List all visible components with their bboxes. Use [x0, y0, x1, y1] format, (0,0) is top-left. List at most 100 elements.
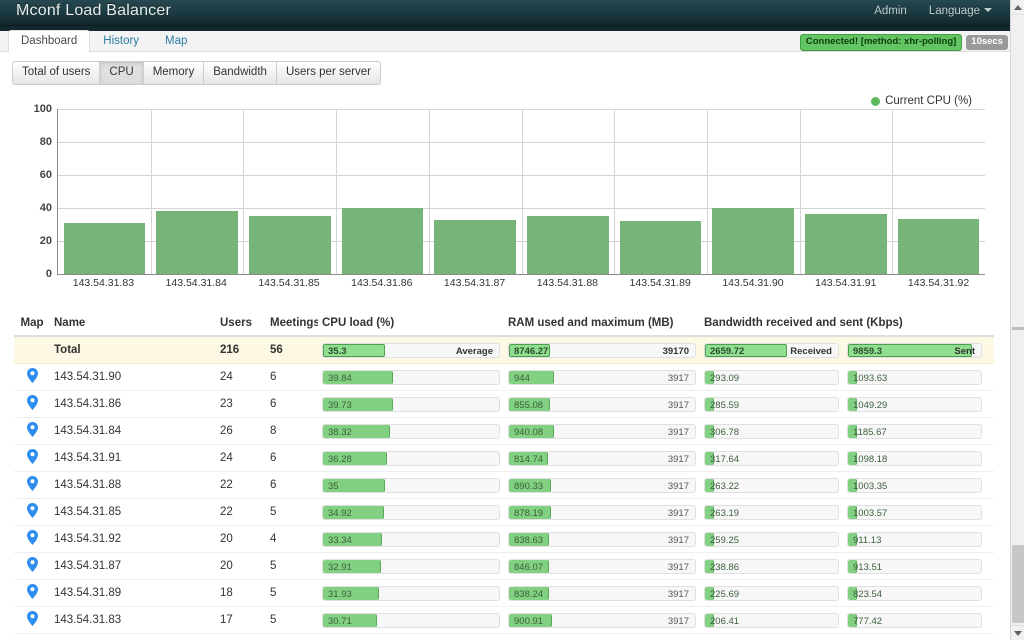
row-map-cell[interactable]: [14, 557, 50, 575]
progress-bar: 900.91 3917: [508, 612, 696, 628]
table-row[interactable]: 143.54.31.87 20 5 32.91 846.07 3917 238.86 913.…: [14, 553, 994, 580]
row-map-cell[interactable]: [14, 422, 50, 440]
progress-bar-value-label: 33.34: [328, 534, 352, 546]
map-pin-icon[interactable]: [27, 557, 38, 572]
row-cpu-load: 35: [318, 477, 504, 493]
row-map-cell[interactable]: [14, 611, 50, 629]
row-users: 20: [220, 533, 233, 545]
tab-dashboard[interactable]: Dashboard: [8, 30, 91, 53]
chart-bar[interactable]: [248, 216, 331, 274]
chart-x-tick-label: 143.54.31.84: [165, 277, 227, 289]
navbar-language-dropdown[interactable]: Language: [929, 0, 992, 26]
chart-bar[interactable]: [805, 214, 887, 274]
map-pin-icon[interactable]: [27, 476, 38, 491]
metric-button-bandwidth[interactable]: Bandwidth: [203, 61, 276, 85]
progress-bar: 838.24 3917: [508, 585, 696, 601]
row-map-cell[interactable]: [14, 503, 50, 521]
map-pin-icon[interactable]: [27, 503, 38, 518]
chart-bar[interactable]: [63, 223, 146, 274]
table-row[interactable]: 143.54.31.88 22 6 35 890.33 3917 263.22 1003.35: [14, 472, 994, 499]
table-row[interactable]: 143.54.31.92 20 4 33.34 838.63 3917 259.25 911.…: [14, 526, 994, 553]
progress-bar-max-label: 3917: [667, 588, 689, 600]
row-cpu-load: 38.32: [318, 423, 504, 439]
scroll-up-arrow-icon[interactable]: [1011, 0, 1024, 15]
progress-bar: 225.69: [704, 585, 839, 601]
map-pin-icon[interactable]: [27, 530, 38, 545]
row-cpu-load: 32.91: [318, 558, 504, 574]
table-row[interactable]: 143.54.31.89 18 5 31.93 838.24 3917 225.69 823.…: [14, 580, 994, 607]
tab-map[interactable]: Map: [152, 30, 200, 52]
progress-bar-value-label: 1049.29: [853, 399, 888, 411]
progress-bar-value-label: 35.3: [328, 345, 347, 357]
row-bandwidth: 317.64 1098.18: [700, 450, 986, 466]
table-row[interactable]: 143.54.31.85 22 5 34.92 878.19 3917 263.19 1003…: [14, 499, 994, 526]
app-root: Mconf Load Balancer Admin Language Dashb…: [0, 0, 1024, 640]
navbar-admin-link[interactable]: Admin: [874, 0, 907, 26]
table-row[interactable]: 143.54.31.90 24 6 39.84 944 3917 293.09 1093.63: [14, 364, 994, 391]
metric-button-total-of-users[interactable]: Total of users: [12, 61, 100, 85]
table-header-row: Map Name Users Meetings CPU load (%) RAM…: [14, 311, 994, 337]
total-row-meetings: 56: [270, 344, 283, 356]
progress-bar: 31.93: [322, 585, 500, 601]
map-pin-icon[interactable]: [27, 611, 38, 626]
chart-bar[interactable]: [897, 219, 980, 274]
progress-bar-value-label: 259.25: [710, 534, 740, 546]
table-row[interactable]: 143.54.31.83 17 5 30.71 900.91 3917 206.41 777.…: [14, 607, 994, 634]
chart-bar[interactable]: [619, 221, 702, 274]
progress-bar-max-label: 39170: [662, 345, 689, 357]
progress-bar: 36.28: [322, 450, 500, 466]
row-map-cell[interactable]: [14, 395, 50, 413]
chevron-down-icon: [984, 8, 992, 13]
row-users: 17: [220, 614, 233, 626]
map-pin-icon[interactable]: [27, 395, 38, 410]
chart-bar[interactable]: [341, 208, 424, 274]
metric-button-memory[interactable]: Memory: [142, 61, 204, 85]
row-users: 18: [220, 587, 233, 599]
progress-bar-value-label: 32.91: [328, 561, 352, 573]
metric-button-group: Total of users CPU Memory Bandwidth User…: [12, 61, 381, 85]
table-row[interactable]: 143.54.31.86 23 6 39.73 855.08 3917 285.59 1049…: [14, 391, 994, 418]
row-users: 24: [220, 371, 233, 383]
progress-bar: 285.59: [704, 396, 839, 412]
total-row-users: 216: [220, 344, 240, 356]
tab-history[interactable]: History: [90, 30, 152, 52]
map-pin-icon[interactable]: [27, 422, 38, 437]
chart-bar-slot: [522, 109, 615, 274]
row-map-cell[interactable]: [14, 476, 50, 494]
row-ram: 878.19 3917: [504, 504, 700, 520]
chart-y-tick-label: 100: [33, 103, 52, 115]
progress-bar: 35.3 Average: [322, 342, 500, 358]
progress-bar-value-label: 293.09: [710, 372, 740, 384]
map-pin-icon[interactable]: [27, 449, 38, 464]
row-bandwidth: 225.69 823.54: [700, 585, 986, 601]
table-row[interactable]: 143.54.31.84 26 8 38.32 940.08 3917 306.78 1185…: [14, 418, 994, 445]
progress-bar: 823.54: [847, 585, 982, 601]
map-pin-icon[interactable]: [27, 368, 38, 383]
chart-bar[interactable]: [712, 208, 795, 274]
vertical-scrollbar[interactable]: [1010, 0, 1024, 640]
progress-bar-value-label: 2659.72: [710, 345, 745, 357]
scroll-down-arrow-icon[interactable]: [1011, 625, 1024, 640]
chart-bar[interactable]: [156, 210, 238, 274]
chart-bar[interactable]: [527, 216, 609, 274]
metric-button-cpu[interactable]: CPU: [99, 61, 143, 85]
table-row[interactable]: 143.54.31.91 24 6 36.28 814.74 3917 317.64 1098…: [14, 445, 994, 472]
app-brand-title: Mconf Load Balancer: [16, 1, 172, 19]
row-bandwidth: 263.19 1003.57: [700, 504, 986, 520]
row-map-cell[interactable]: [14, 530, 50, 548]
cpu-bar-chart: Current CPU (%) 0 20 40 60 80 100 143.54.31.8…: [0, 95, 1010, 300]
chart-bar[interactable]: [434, 219, 516, 274]
progress-bar-max-label: Average: [455, 345, 493, 357]
progress-bar: 911.13: [847, 531, 982, 547]
row-server-name: 143.54.31.85: [54, 506, 122, 518]
progress-bar: 293.09: [704, 369, 839, 385]
row-users: 24: [220, 452, 233, 464]
progress-bar: 9859.3 Sent: [847, 342, 982, 358]
row-map-cell[interactable]: [14, 584, 50, 602]
map-pin-icon[interactable]: [27, 584, 38, 599]
row-map-cell[interactable]: [14, 449, 50, 467]
scrollbar-thumb[interactable]: [1012, 545, 1024, 623]
row-ram: 890.33 3917: [504, 477, 700, 493]
metric-button-users-per-server[interactable]: Users per server: [275, 61, 381, 85]
row-map-cell[interactable]: [14, 368, 50, 386]
